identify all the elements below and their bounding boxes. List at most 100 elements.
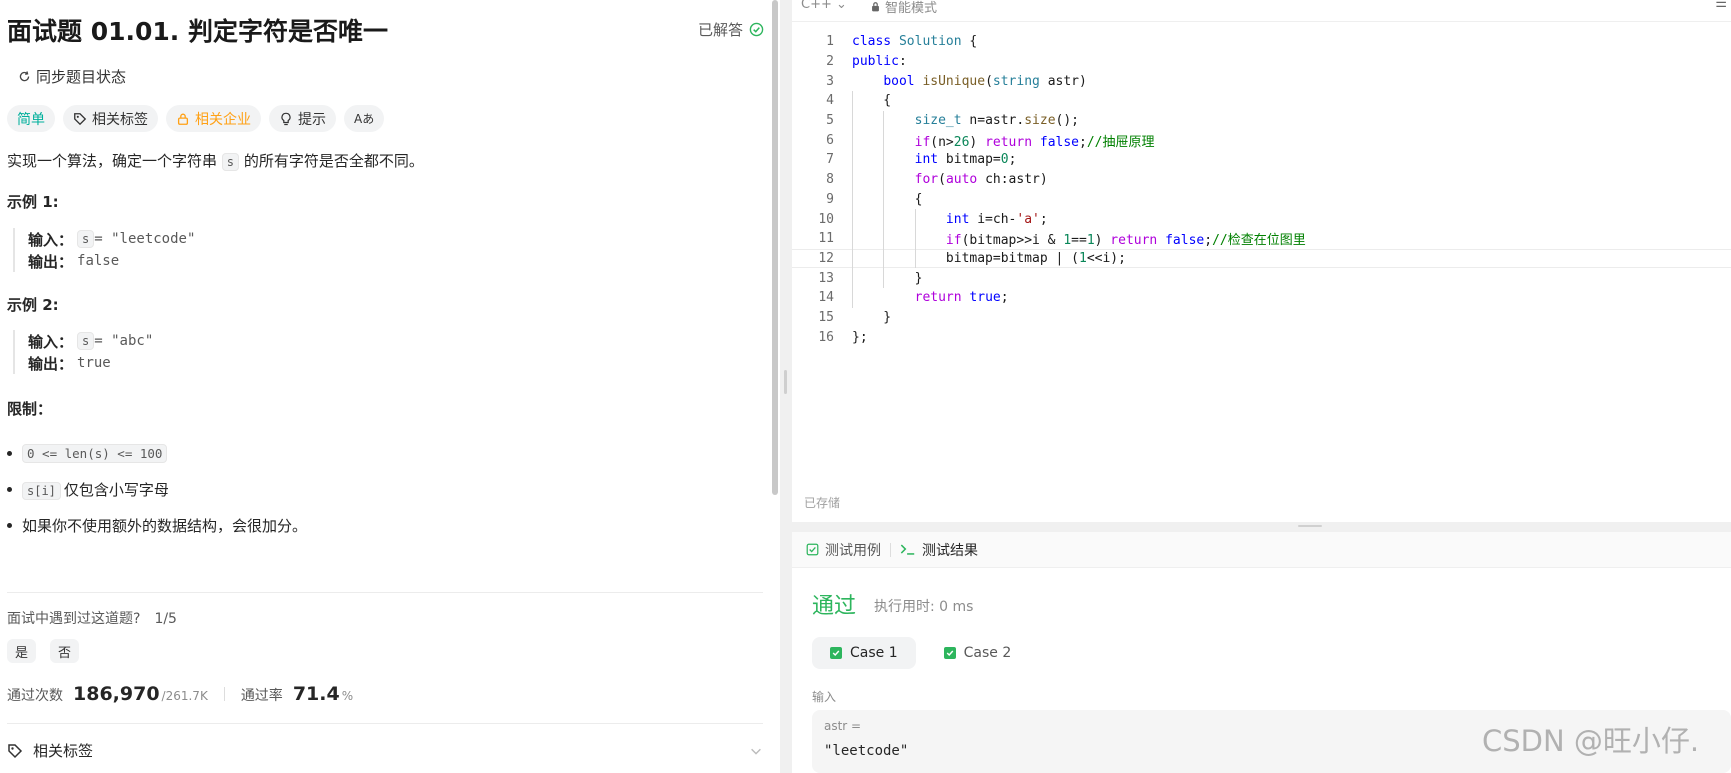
line-number: 5 [826, 113, 834, 129]
sync-status-button[interactable]: 同步题目状态 [18, 66, 126, 87]
lock-icon [177, 113, 189, 125]
code-line[interactable]: 12 bitmap=bitmap | (1<<i); [792, 248, 1731, 269]
code-line[interactable]: 15 } [792, 308, 1731, 328]
line-number: 2 [826, 54, 834, 70]
language-select[interactable]: C++ ⌄ [801, 0, 847, 12]
code-line[interactable]: 13 } [792, 268, 1731, 288]
refresh-icon [19, 71, 30, 82]
list-item: s[i] 仅包含小写字母 [7, 471, 307, 507]
code-line[interactable]: 5 size_t n=astr.size(); [792, 111, 1731, 131]
rate-unit: % [341, 689, 354, 703]
difficulty-label: 简单 [17, 111, 45, 128]
chevron-down-icon [751, 748, 761, 755]
check-circle-icon [749, 22, 764, 37]
tag-icon [74, 112, 87, 125]
editor-toolbar: C++ ⌄ 智能模式 ☰ [792, 0, 1731, 22]
input-label: 输入 [812, 690, 837, 704]
tag-bar: 简单 相关标签 相关企业 提示 Aあ [7, 105, 385, 132]
interview-label: 面试中遇到过这道题? [7, 611, 141, 627]
code-line[interactable]: 8 for(auto ch:astr) [792, 170, 1731, 190]
description-text: 的所有字符是否全都不同。 [243, 152, 424, 170]
tab-label: 测试用例 [825, 542, 881, 559]
menu-icon[interactable]: ☰ [1715, 0, 1727, 11]
case-tab[interactable]: Case 2 [926, 637, 1030, 669]
no-button[interactable]: 否 [50, 639, 79, 663]
related-tags-label: 相关标签 [33, 742, 94, 760]
line-number: 7 [826, 152, 834, 168]
inline-code: 0 <= len(s) <= 100 [22, 443, 168, 463]
rate-value: 71.4 [292, 683, 340, 705]
inline-code: s[i] [22, 481, 61, 500]
lightbulb-icon [281, 112, 291, 125]
mode-toggle[interactable]: 智能模式 [870, 0, 937, 16]
line-number: 12 [818, 250, 834, 266]
line-number: 1 [826, 34, 834, 50]
list-item: 0 <= len(s) <= 100 [7, 435, 307, 471]
line-number: 6 [826, 132, 834, 148]
code-line[interactable]: 9 { [792, 190, 1731, 210]
constraint-text: 如果你不使用额外的数据结构，会很加分。 [22, 516, 308, 535]
interview-count: 1/5 [154, 611, 177, 627]
code-text: }; [852, 329, 868, 345]
code-text: if(n>26) return false;//抽屉原理 [914, 134, 1155, 150]
code-editor[interactable]: C++ ⌄ 智能模式 ☰ 1 class Solution { 2 public: 3 … [792, 0, 1731, 522]
inline-code: s [77, 230, 95, 248]
line-number: 14 [818, 290, 834, 306]
checkbox-icon [806, 543, 819, 556]
tab-testcase[interactable]: 测试用例 [806, 540, 881, 560]
line-number: 15 [818, 309, 834, 325]
yes-button[interactable]: 是 [7, 639, 36, 663]
problem-panel: 面试题 01.01. 判定字符是否唯一 已解答 同步题目状态 简单 相关标签 相… [0, 0, 780, 773]
solved-label: 已解答 [698, 21, 744, 39]
hint-button[interactable]: 提示 [269, 105, 336, 132]
code-line[interactable]: 7 int bitmap=0; [792, 150, 1731, 170]
rate-label: 通过率 [240, 688, 283, 704]
code-line[interactable]: 14 return true; [792, 288, 1731, 308]
example-heading: 示例 2: [7, 296, 59, 314]
related-tags-section[interactable]: 相关标签 [7, 740, 763, 761]
code-text: int bitmap=0; [914, 152, 1017, 168]
related-tags-label: 相关标签 [92, 111, 148, 128]
description-text: 实现一个算法，确定一个字符串 [7, 152, 218, 170]
code-line[interactable]: 4 { [792, 91, 1731, 111]
related-tags-button[interactable]: 相关标签 [63, 105, 158, 132]
line-number: 11 [818, 231, 834, 247]
case-tabs: Case 1 Case 2 [812, 637, 1029, 669]
code-line[interactable]: 2 public: [792, 52, 1731, 72]
result-tabs: 测试用例 测试结果 [792, 532, 1731, 568]
case-label: Case 2 [963, 645, 1012, 661]
vertical-splitter[interactable] [780, 0, 792, 773]
inline-code: s [77, 332, 95, 350]
code-text: } [852, 309, 892, 325]
constraint-text: 仅包含小写字母 [63, 480, 169, 499]
case-tab[interactable]: Case 1 [812, 637, 916, 669]
watermark: CSDN @旺小仔. [1482, 724, 1700, 758]
tab-result[interactable]: 测试结果 [900, 540, 978, 560]
inline-code: s [221, 153, 240, 171]
code-text: if(bitmap>>i & 1==1) return false;//检查在位… [945, 233, 1306, 249]
interview-answer: 是 否 [7, 639, 79, 663]
code-line[interactable]: 10 int i=ch-'a'; [792, 209, 1731, 229]
code-line[interactable]: 11 if(bitmap>>i & 1==1) return false;//检… [792, 229, 1731, 249]
related-company-button[interactable]: 相关企业 [166, 105, 261, 132]
stats-row: 通过次数 186,970 /261.7K 通过率 71.4 % [7, 683, 353, 705]
translate-icon: Aあ [354, 112, 375, 126]
submissions-value: 186,970 [73, 683, 160, 705]
input-label: 输入： [28, 230, 74, 249]
tab-label: 测试结果 [922, 542, 978, 559]
code-line[interactable]: 6 if(n>26) return false;//抽屉原理 [792, 130, 1731, 150]
code-line[interactable]: 16}; [792, 327, 1731, 347]
code-line[interactable]: 1 class Solution { [792, 32, 1731, 52]
code-area[interactable]: 1 class Solution { 2 public: 3 bool isUnique… [792, 32, 1731, 347]
translate-button[interactable]: Aあ [344, 105, 385, 132]
scrollbar[interactable] [772, 0, 778, 495]
horizontal-splitter[interactable] [792, 522, 1731, 532]
code-text: { [852, 191, 923, 207]
difficulty-tag[interactable]: 简单 [7, 105, 55, 132]
lock-icon [872, 2, 879, 12]
example-block: 输入： s = "leetcode" 输出： false [13, 228, 195, 272]
runtime: 执行用时: 0 ms [874, 599, 974, 615]
code-text: public: [852, 54, 907, 70]
constraints-heading: 限制： [7, 400, 53, 418]
code-line[interactable]: 3 bool isUnique(string astr) [792, 71, 1731, 91]
